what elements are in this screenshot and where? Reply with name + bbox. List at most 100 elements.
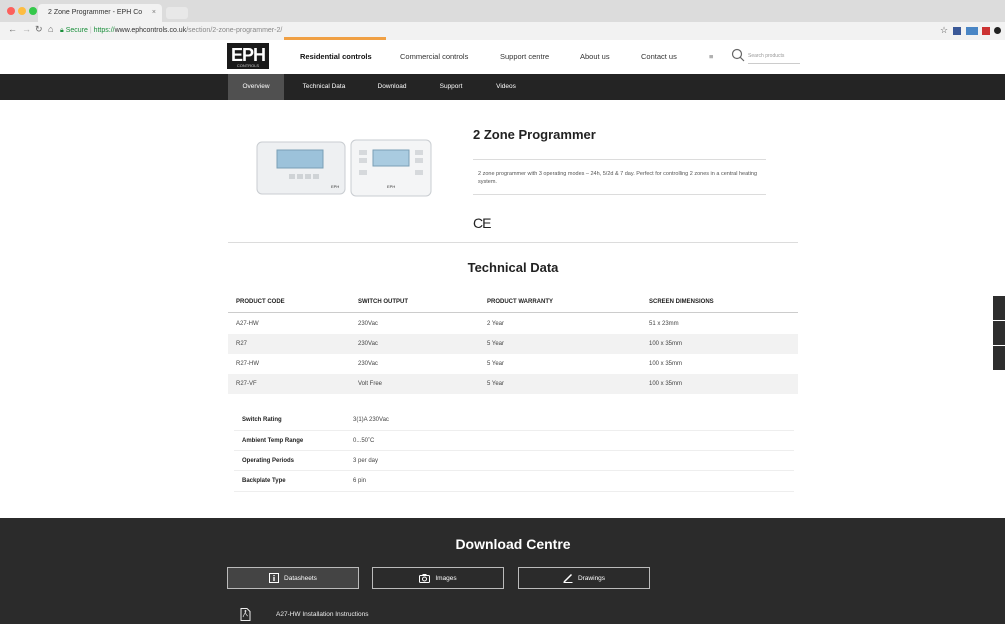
spec-value: 0...50˚C — [353, 438, 375, 444]
cell-screen-dimensions: 100 x 35mm — [649, 381, 683, 387]
subnav-download[interactable]: Download — [368, 74, 416, 100]
cell-warranty: 5 Year — [487, 361, 505, 367]
cell-product-code: A27-HW — [236, 321, 259, 327]
url-path: /section/2-zone-programmer-2/ — [186, 27, 283, 34]
col-header-product-warranty: PRODUCT WARRANTY — [487, 299, 553, 305]
cell-product-code: R27 — [236, 341, 248, 347]
device-label: EPH — [387, 184, 395, 189]
tab-title: 2 Zone Programmer - EPH Co — [48, 9, 143, 16]
cell-warranty: 5 Year — [487, 341, 505, 347]
bookmark-star-icon[interactable]: ☆ — [940, 25, 948, 36]
close-window-button[interactable] — [7, 7, 15, 15]
minimize-window-button[interactable] — [18, 7, 26, 15]
eph-logo[interactable]: EPH CONTROLS — [227, 43, 269, 69]
cell-product-code: R27-HW — [236, 361, 260, 367]
logo-text: EPH — [230, 45, 266, 65]
divider — [473, 159, 766, 160]
divider — [473, 194, 766, 195]
url-host: www.ephcontrols.co.uk — [114, 27, 187, 34]
nav-residential-controls[interactable]: Residential controls — [300, 52, 372, 61]
divider — [228, 242, 798, 243]
reload-icon[interactable]: ↻ — [35, 24, 43, 35]
device-label: EPH — [331, 184, 339, 189]
datasheets-button[interactable]: Datasheets — [227, 567, 359, 589]
extension-red-icon[interactable] — [982, 27, 990, 35]
browser-tab-strip: 2 Zone Programmer - EPH Co × — [0, 0, 1005, 22]
nav-contact-us[interactable]: Contact us — [641, 52, 677, 61]
extension-icon[interactable] — [953, 27, 961, 35]
home-icon[interactable]: ⌂ — [48, 24, 53, 34]
pencil-icon — [563, 574, 573, 584]
table-row: R27-VF Volt Free 5 Year 100 x 35mm — [228, 374, 798, 394]
spec-label: Backplate Type — [242, 478, 286, 484]
cell-product-code: R27-VF — [236, 381, 257, 387]
table-row: A27-HW 230Vac 2 Year 51 x 23mm — [228, 314, 798, 334]
spec-row: Operating Periods 3 per day — [234, 450, 794, 471]
side-tab[interactable] — [993, 296, 1005, 320]
drawings-button[interactable]: Drawings — [518, 567, 650, 589]
nav-about-us[interactable]: About us — [580, 52, 610, 61]
cell-switch-output: 230Vac — [358, 341, 378, 347]
profile-icon[interactable] — [994, 27, 1001, 34]
spec-value: 3 per day — [353, 458, 379, 464]
back-icon[interactable]: ← — [8, 24, 17, 34]
subnav-support[interactable]: Support — [428, 74, 474, 100]
technical-data-title: Technical Data — [467, 260, 559, 275]
cell-switch-output: 230Vac — [358, 361, 378, 367]
cell-screen-dimensions: 100 x 35mm — [649, 361, 683, 367]
address-bar[interactable]: 🔒︎ Secure | https://www.ephcontrols.co.u… — [60, 24, 282, 38]
new-tab-button[interactable] — [166, 7, 188, 19]
logo-tagline: CONTROLS — [236, 63, 260, 68]
images-label: Images — [435, 575, 457, 582]
datasheets-label: Datasheets — [284, 575, 317, 582]
browser-toolbar: ← → ↻ ⌂ 🔒︎ Secure | https://www.ephcontr… — [0, 22, 1005, 41]
product-description: 2 zone programmer with 3 operating modes… — [478, 171, 758, 185]
images-button[interactable]: Images — [372, 567, 504, 589]
info-icon — [269, 573, 280, 584]
search-input[interactable]: Search products — [748, 49, 800, 64]
spec-value: 3(1)A 230Vac — [353, 417, 389, 423]
col-header-screen-dimensions: SCREEN DIMENSIONS — [649, 299, 714, 305]
spec-row: Ambient Temp Range 0...50˚C — [234, 430, 794, 451]
spec-label: Switch Rating — [242, 417, 282, 423]
tab-close-icon[interactable]: × — [152, 4, 156, 22]
cell-switch-output: 230Vac — [358, 321, 378, 327]
spec-row: Backplate Type 6 pin — [234, 470, 794, 492]
cell-screen-dimensions: 100 x 35mm — [649, 341, 683, 347]
nav-commercial-controls[interactable]: Commercial controls — [400, 52, 468, 61]
side-tab[interactable] — [993, 321, 1005, 345]
cell-warranty: 5 Year — [487, 381, 505, 387]
menu-icon[interactable]: ≡ — [709, 52, 713, 61]
nav-support-centre[interactable]: Support centre — [500, 52, 549, 61]
spec-row: Switch Rating 3(1)A 230Vac — [234, 410, 794, 430]
forward-icon[interactable]: → — [22, 24, 31, 34]
spec-value: 6 pin — [353, 478, 367, 484]
subnav-overview[interactable]: Overview — [228, 74, 284, 100]
col-header-switch-output: SWITCH OUTPUT — [358, 299, 408, 305]
product-title: 2 Zone Programmer — [473, 127, 596, 142]
camera-icon — [419, 573, 431, 583]
installation-instructions-link[interactable]: A27-HW Installation Instructions — [276, 611, 368, 618]
download-centre-title: Download Centre — [455, 536, 571, 552]
subnav-technical-data[interactable]: Technical Data — [292, 74, 356, 100]
cell-screen-dimensions: 51 x 23mm — [649, 321, 679, 327]
lock-icon: 🔒︎ — [60, 27, 64, 34]
url-scheme: https:// — [93, 27, 115, 34]
side-tab[interactable] — [993, 346, 1005, 370]
spec-label: Ambient Temp Range — [242, 438, 304, 444]
table-row: R27-HW 230Vac 5 Year 100 x 35mm — [228, 354, 798, 374]
secure-label: Secure — [65, 27, 88, 34]
browser-tab[interactable]: 2 Zone Programmer - EPH Co × — [38, 4, 162, 22]
pdf-icon — [240, 608, 251, 621]
subnav-videos[interactable]: Videos — [486, 74, 526, 100]
ce-mark: CE — [473, 215, 491, 231]
table-row: R27 230Vac 5 Year 100 x 35mm — [228, 334, 798, 354]
cell-warranty: 2 Year — [487, 321, 505, 327]
search-icon[interactable] — [731, 48, 745, 62]
table-header-divider — [228, 312, 798, 313]
drawings-label: Drawings — [577, 575, 606, 582]
maximize-window-button[interactable] — [29, 7, 37, 15]
product-image: EPH EPH — [256, 139, 432, 197]
extension-drive-icon[interactable] — [966, 27, 978, 35]
cell-switch-output: Volt Free — [358, 381, 383, 387]
